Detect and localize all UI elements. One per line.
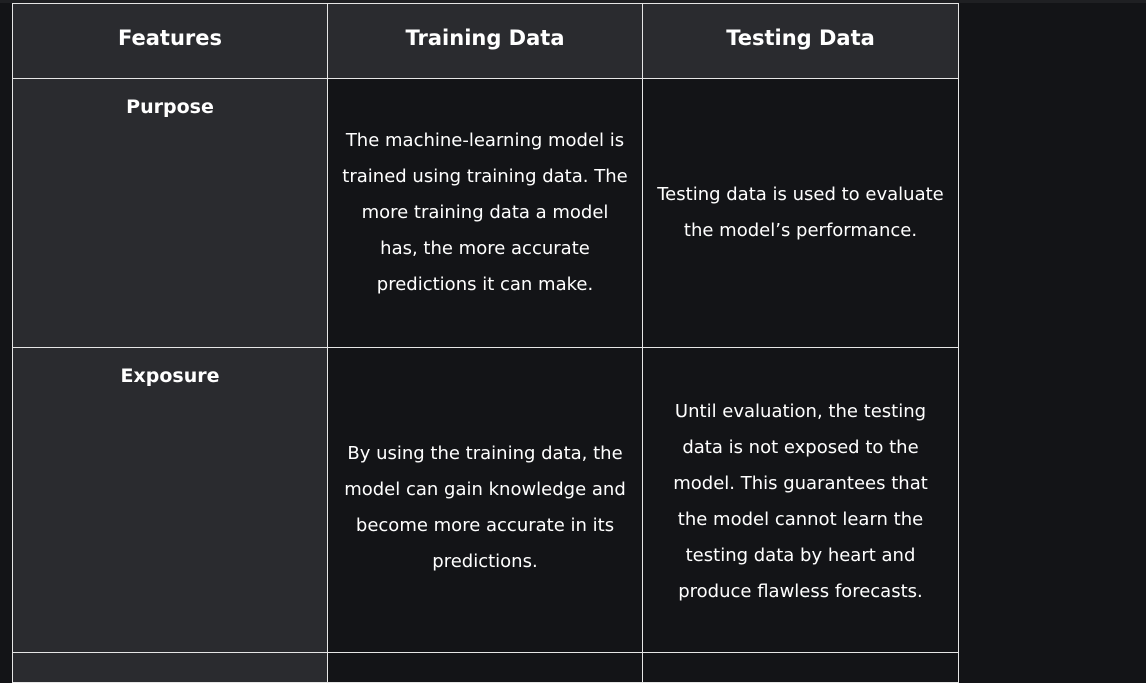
table-row-partial (12, 652, 959, 683)
testing-cell-purpose: Testing data is used to evaluate the mod… (642, 78, 959, 348)
comparison-table: Features Training Data Testing Data Purp… (12, 3, 959, 683)
header-row: Features Training Data Testing Data (12, 3, 959, 79)
header-features: Features (12, 3, 328, 79)
testing-cell-exposure: Until evaluation, the testing data is no… (642, 347, 959, 653)
feature-cell-partial (12, 652, 328, 683)
feature-cell-purpose: Purpose (12, 78, 328, 348)
header-training-data: Training Data (327, 3, 643, 79)
feature-cell-exposure: Exposure (12, 347, 328, 653)
training-cell-purpose: The machine-learning model is trained us… (327, 78, 643, 348)
testing-cell-partial (642, 652, 959, 683)
table-header: Features Training Data Testing Data (12, 3, 959, 79)
training-cell-exposure: By using the training data, the model ca… (327, 347, 643, 653)
table-row: Exposure By using the training data, the… (12, 347, 959, 653)
table-row: Purpose The machine-learning model is tr… (12, 78, 959, 348)
training-cell-partial (327, 652, 643, 683)
table-body: Purpose The machine-learning model is tr… (12, 78, 959, 683)
header-testing-data: Testing Data (642, 3, 959, 79)
comparison-table-container: Features Training Data Testing Data Purp… (12, 3, 959, 683)
